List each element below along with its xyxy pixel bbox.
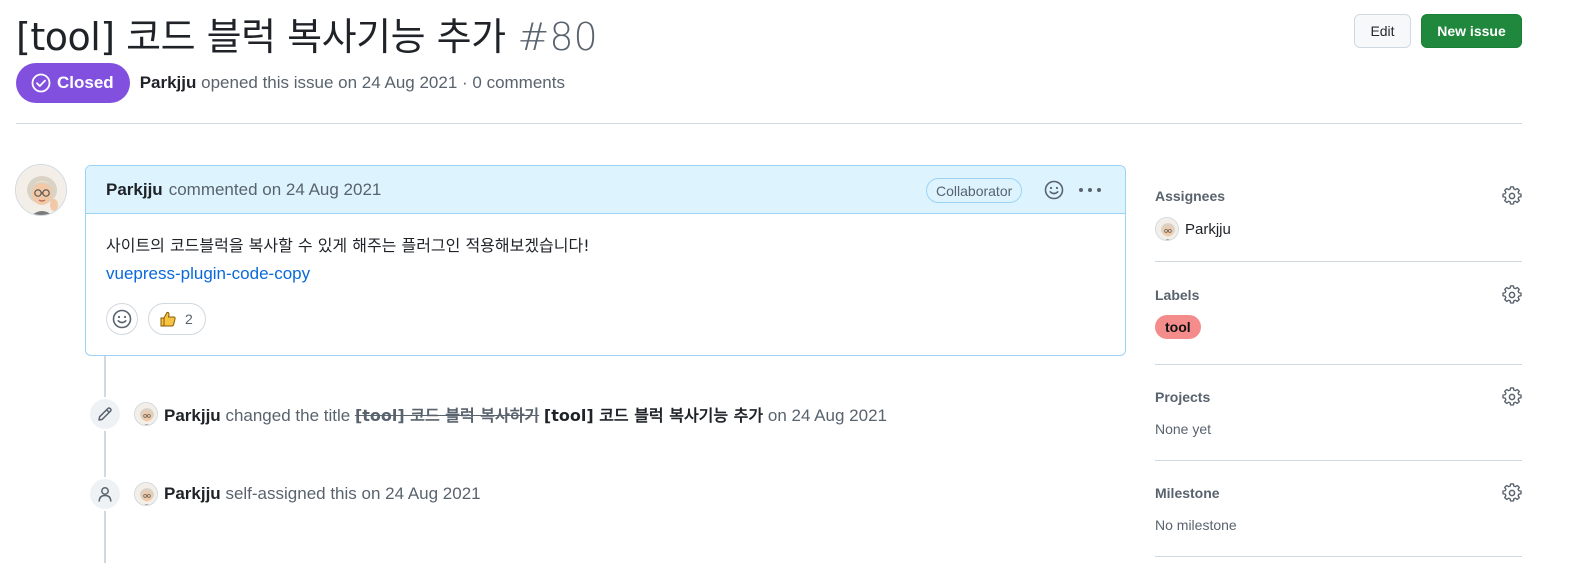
- sidebar-assignees: Assignees Parkjju: [1155, 186, 1522, 241]
- issue-title-row: [tool] 코드 블럭 복사기능 추가 #80: [16, 6, 598, 61]
- new-title: [tool] 코드 블럭 복사기능 추가: [543, 406, 764, 425]
- kebab-menu-icon[interactable]: [1077, 179, 1103, 206]
- comment-header: Parkjju commented on 24 Aug 2021 Collabo…: [86, 166, 1125, 214]
- gear-icon[interactable]: [1502, 387, 1522, 412]
- comment-box: Parkjju commented on 24 Aug 2021 Collabo…: [85, 165, 1126, 356]
- avatar-icon: [16, 165, 66, 215]
- comment-action[interactable]: commented on 24 Aug 2021: [169, 180, 382, 200]
- projects-value: None yet: [1155, 421, 1212, 437]
- role-badge: Collaborator: [926, 178, 1023, 203]
- thumbs-up-icon: [160, 311, 176, 327]
- person-icon: [88, 477, 122, 511]
- sidebar-divider: [1155, 460, 1522, 461]
- avatar-icon: [135, 483, 157, 505]
- old-title: [tool] 코드 블럭 복사하기: [354, 406, 540, 425]
- add-reaction-icon[interactable]: [1043, 179, 1065, 206]
- avatar[interactable]: [134, 482, 158, 506]
- projects-heading[interactable]: Projects: [1155, 389, 1522, 405]
- reactions-bar: 2: [106, 303, 206, 335]
- sidebar-projects: Projects None yet: [1155, 387, 1522, 437]
- comment-body: 사이트의 코드블럭을 복사할 수 있게 해주는 플러그인 적용해보겠습니다! v…: [86, 214, 1125, 288]
- sidebar-divider: [1155, 556, 1522, 557]
- gear-icon[interactable]: [1502, 483, 1522, 508]
- gear-icon[interactable]: [1502, 186, 1522, 211]
- issue-meta-info: opened this issue on 24 Aug 2021 · 0 com…: [201, 73, 565, 92]
- sidebar-labels: Labels tool: [1155, 285, 1522, 339]
- header-divider: [16, 123, 1522, 124]
- add-reaction-button[interactable]: [106, 303, 138, 335]
- labels-heading[interactable]: Labels: [1155, 287, 1522, 303]
- label-tool[interactable]: tool: [1155, 315, 1201, 339]
- timeline-verb: changed the title: [225, 406, 351, 425]
- plugin-link[interactable]: vuepress-plugin-code-copy: [106, 264, 310, 283]
- issue-number: #80: [517, 15, 598, 59]
- gear-icon[interactable]: [1502, 285, 1522, 310]
- reaction-count: 2: [185, 311, 193, 327]
- sidebar-divider: [1155, 364, 1522, 365]
- avatar[interactable]: [15, 164, 67, 216]
- sidebar-divider: [1155, 261, 1522, 262]
- assignee-name: Parkjju: [1185, 220, 1231, 238]
- timeline-verb: self-assigned this on 24 Aug 2021: [225, 484, 481, 503]
- new-issue-button[interactable]: New issue: [1421, 14, 1522, 48]
- avatar-icon: [1156, 218, 1178, 240]
- issue-author-link[interactable]: Parkjju: [140, 73, 197, 92]
- state-badge: Closed: [16, 63, 130, 103]
- timeline-item-renamed: Parkjju changed the title [tool] 코드 블럭 복…: [88, 397, 887, 431]
- sidebar-milestone: Milestone No milestone: [1155, 483, 1522, 533]
- actor-link[interactable]: Parkjju: [164, 406, 221, 425]
- actor-link[interactable]: Parkjju: [164, 484, 221, 503]
- pencil-icon: [88, 397, 122, 431]
- smiley-icon: [112, 309, 132, 329]
- milestone-heading[interactable]: Milestone: [1155, 485, 1522, 501]
- timeline-item-assigned: Parkjju self-assigned this on 24 Aug 202…: [88, 477, 481, 511]
- edit-button[interactable]: Edit: [1354, 14, 1411, 48]
- thumbs-up-reaction[interactable]: 2: [148, 303, 206, 335]
- timeline-line: [104, 356, 106, 563]
- avatar[interactable]: [134, 402, 158, 426]
- check-circle-icon: [31, 73, 51, 93]
- comment-author-link[interactable]: Parkjju: [106, 180, 163, 200]
- comment-text: 사이트의 코드블럭을 복사할 수 있게 해주는 플러그인 적용해보겠습니다!: [106, 236, 590, 255]
- avatar-icon: [135, 403, 157, 425]
- issue-title: [tool] 코드 블럭 복사기능 추가: [16, 15, 506, 59]
- timeline-text: Parkjju changed the title [tool] 코드 블럭 복…: [164, 402, 887, 426]
- issue-meta: Closed Parkjju opened this issue on 24 A…: [16, 63, 565, 103]
- meta-text: Parkjju opened this issue on 24 Aug 2021…: [140, 73, 565, 93]
- assignees-heading[interactable]: Assignees: [1155, 188, 1522, 204]
- assignee-item[interactable]: Parkjju: [1155, 217, 1522, 241]
- timeline-text: Parkjju self-assigned this on 24 Aug 202…: [164, 484, 481, 504]
- state-label: Closed: [57, 73, 114, 92]
- avatar: [1155, 217, 1179, 241]
- milestone-value: No milestone: [1155, 517, 1237, 533]
- timeline-date[interactable]: on 24 Aug 2021: [768, 406, 887, 425]
